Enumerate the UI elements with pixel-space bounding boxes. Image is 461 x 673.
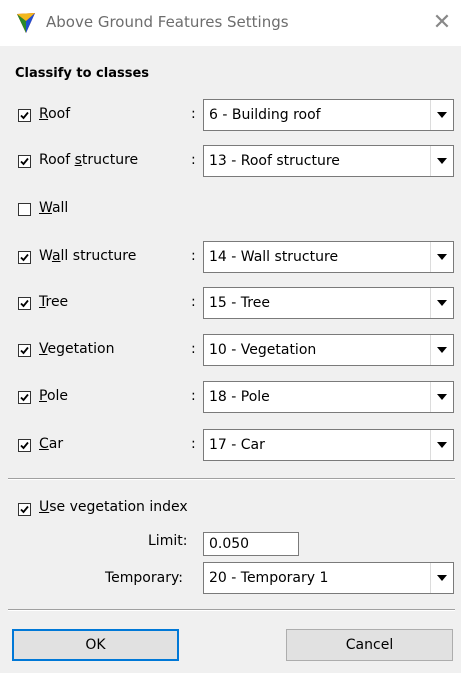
temporary-label: Temporary: bbox=[105, 570, 183, 586]
pole-checkbox[interactable] bbox=[18, 391, 31, 404]
pole-class-select[interactable]: 18 - Pole bbox=[203, 381, 454, 413]
wall-structure-label: Wall structure bbox=[39, 248, 137, 264]
limit-label: Limit: bbox=[148, 533, 188, 549]
close-icon[interactable]: ✕ bbox=[428, 9, 456, 37]
wall-structure-class-select[interactable]: 14 - Wall structure bbox=[203, 241, 454, 273]
vegetation-index-row: Use vegetation index bbox=[0, 496, 461, 526]
chevron-down-icon bbox=[430, 563, 453, 593]
use-vegetation-index-checkbox[interactable] bbox=[18, 503, 31, 516]
colon: : bbox=[191, 388, 196, 404]
title-bar: Above Ground Features Settings ✕ bbox=[0, 0, 461, 46]
class-row-pole: Pole : 18 - Pole bbox=[0, 380, 461, 416]
chevron-down-icon bbox=[430, 146, 453, 176]
roof-structure-class-select[interactable]: 13 - Roof structure bbox=[203, 145, 454, 177]
class-row-wall-structure: Wall structure : 14 - Wall structure bbox=[0, 240, 461, 276]
tree-label: Tree bbox=[39, 294, 69, 310]
app-logo-icon bbox=[14, 11, 38, 35]
colon: : bbox=[191, 248, 196, 264]
cancel-button[interactable]: Cancel bbox=[286, 629, 453, 661]
car-label: Car bbox=[39, 436, 64, 452]
chevron-down-icon bbox=[430, 288, 453, 318]
limit-input[interactable]: 0.050 bbox=[203, 532, 299, 556]
roof-class-select[interactable]: 6 - Building roof bbox=[203, 99, 454, 131]
car-class-select[interactable]: 17 - Car bbox=[203, 429, 454, 461]
vegetation-checkbox[interactable] bbox=[18, 344, 31, 357]
tree-checkbox[interactable] bbox=[18, 297, 31, 310]
roof-checkbox[interactable] bbox=[18, 109, 31, 122]
wall-label: Wall bbox=[39, 200, 69, 216]
tree-class-select[interactable]: 15 - Tree bbox=[203, 287, 454, 319]
wall-checkbox[interactable] bbox=[18, 203, 31, 216]
chevron-down-icon bbox=[430, 100, 453, 130]
colon: : bbox=[191, 436, 196, 452]
colon: : bbox=[191, 152, 196, 168]
chevron-down-icon bbox=[430, 430, 453, 460]
chevron-down-icon bbox=[430, 335, 453, 365]
divider bbox=[8, 478, 455, 480]
roof-structure-label: Roof structure bbox=[39, 152, 139, 168]
pole-label: Pole bbox=[39, 388, 69, 404]
class-row-roof-structure: Roof structure : 13 - Roof structure bbox=[0, 144, 461, 180]
car-checkbox[interactable] bbox=[18, 439, 31, 452]
colon: : bbox=[191, 294, 196, 310]
temporary-class-select[interactable]: 20 - Temporary 1 bbox=[203, 562, 454, 594]
chevron-down-icon bbox=[430, 242, 453, 272]
class-row-wall: Wall bbox=[0, 192, 461, 228]
class-row-car: Car : 17 - Car bbox=[0, 428, 461, 464]
class-row-vegetation: Vegetation : 10 - Vegetation bbox=[0, 333, 461, 369]
class-row-tree: Tree : 15 - Tree bbox=[0, 286, 461, 322]
class-row-roof: Roof : 6 - Building roof bbox=[0, 98, 461, 134]
dialog-footer: OK Cancel bbox=[0, 614, 461, 673]
divider bbox=[8, 609, 455, 611]
roof-structure-checkbox[interactable] bbox=[18, 155, 31, 168]
section-title: Classify to classes bbox=[15, 66, 149, 81]
roof-label: Roof bbox=[39, 106, 71, 122]
use-vegetation-index-label: Use vegetation index bbox=[39, 499, 188, 515]
wall-structure-checkbox[interactable] bbox=[18, 251, 31, 264]
colon: : bbox=[191, 106, 196, 122]
vegetation-label: Vegetation bbox=[39, 341, 115, 357]
ok-button[interactable]: OK bbox=[12, 629, 179, 661]
window-title: Above Ground Features Settings bbox=[46, 13, 289, 31]
colon: : bbox=[191, 341, 196, 357]
vegetation-class-select[interactable]: 10 - Vegetation bbox=[203, 334, 454, 366]
chevron-down-icon bbox=[430, 382, 453, 412]
